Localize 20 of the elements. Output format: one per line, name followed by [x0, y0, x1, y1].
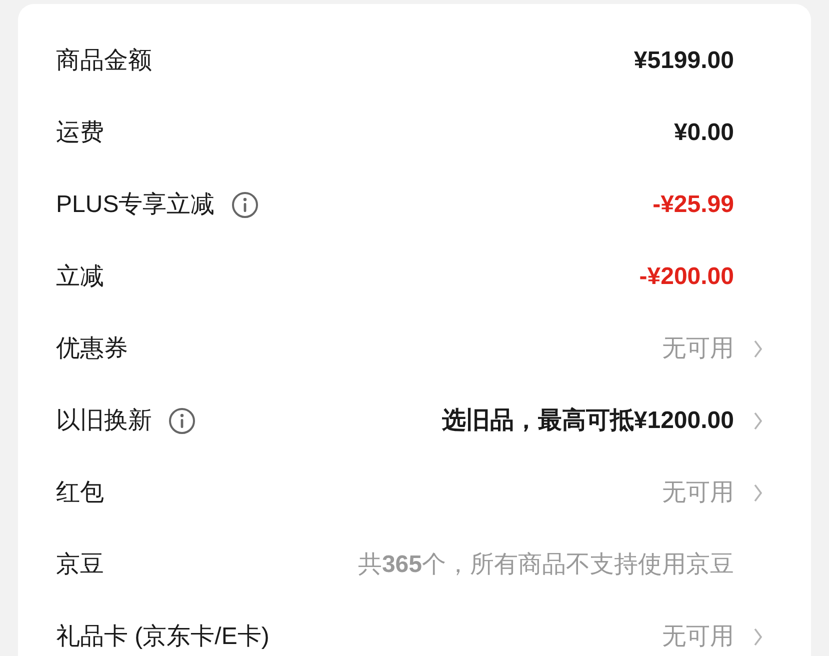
row-value: ¥5199.00: [634, 46, 734, 76]
row-value: -¥25.99: [652, 190, 734, 220]
row-label: 京豆: [56, 550, 104, 580]
row-label: PLUS专享立减: [56, 190, 215, 220]
row-label: 优惠券: [56, 334, 128, 364]
row-label: 礼品卡 (京东卡/E卡): [56, 622, 270, 652]
row-label: 商品金额: [56, 46, 152, 76]
row-value[interactable]: 无可用: [662, 475, 734, 511]
row-label: 红包: [56, 478, 104, 508]
row-label: 以旧换新: [56, 406, 152, 436]
info-icon[interactable]: [230, 191, 259, 219]
row-value[interactable]: 选旧品，最高可抵¥1200.00: [442, 403, 734, 439]
row-value: 共365个，所有商品不支持使用京豆: [358, 550, 734, 580]
row-value[interactable]: 无可用: [662, 619, 734, 655]
row-value: -¥200.00: [639, 262, 734, 292]
row-label: 运费: [56, 118, 104, 148]
row-label: 立减: [56, 262, 104, 292]
row-value[interactable]: 无可用: [662, 331, 734, 367]
info-icon[interactable]: [168, 407, 196, 435]
row-value: ¥0.00: [674, 118, 734, 148]
